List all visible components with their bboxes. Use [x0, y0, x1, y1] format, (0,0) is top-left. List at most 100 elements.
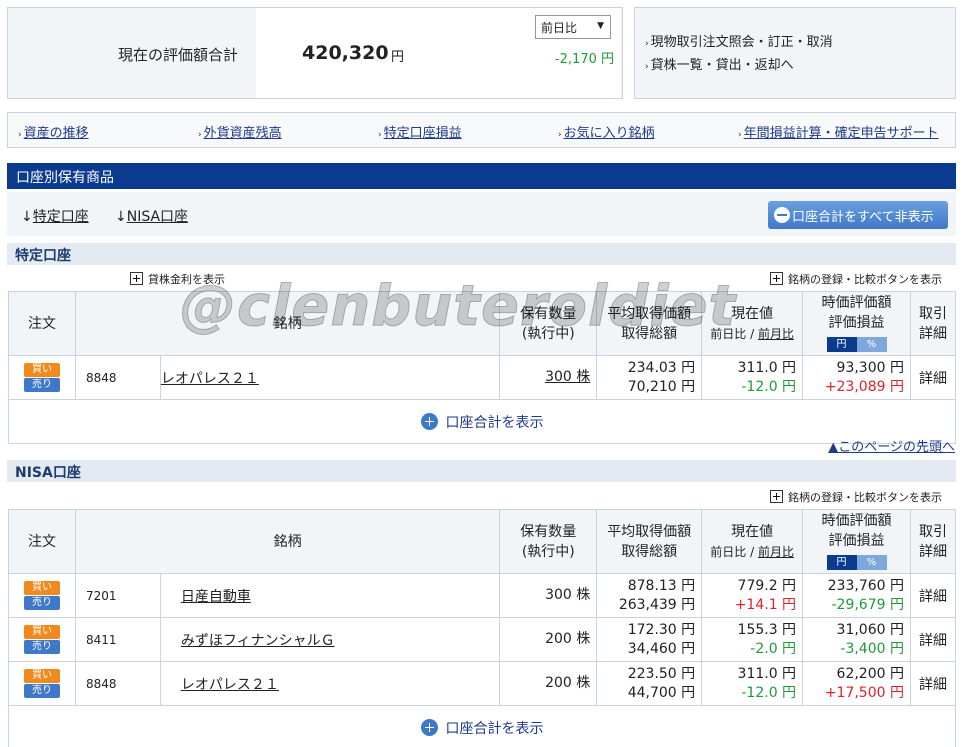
compare-select[interactable]: 前日比 ▼: [535, 15, 611, 39]
unit-toggle[interactable]: 円%: [826, 553, 887, 573]
stock-code: 8411: [74, 617, 161, 662]
holdings-header: 口座別保有商品: [7, 163, 956, 189]
qty-cell: 300 株: [499, 573, 598, 618]
order-cell: 買い 売り: [8, 573, 76, 618]
anchor-tokutei[interactable]: ↓特定口座: [21, 206, 89, 226]
avg-cell: 172.30 円 34,460 円: [596, 617, 703, 662]
col-trade: 取引 詳細: [909, 291, 957, 356]
arrow-right-icon: ›: [738, 130, 742, 140]
stock-name[interactable]: 日産自動車: [159, 573, 501, 618]
unit-toggle[interactable]: 円%: [826, 335, 887, 355]
nav-tokutei-pl[interactable]: › 特定口座損益: [378, 122, 462, 141]
arrow-right-icon: ›: [645, 39, 649, 49]
month-compare-link[interactable]: 前月比: [758, 545, 794, 559]
nisa-table: 注文 銘柄 保有数量 (執行中) 平均取得価額 取得総額 現在値 前日比 / 前月比 …: [8, 509, 957, 747]
stock-code: 8848: [74, 355, 161, 400]
plus-box-icon: [770, 490, 783, 503]
sell-button[interactable]: 売り: [23, 684, 60, 698]
stock-name[interactable]: レオパレス２１: [159, 355, 501, 400]
table-row: 買い 売り 8848 レオパレス２１ 300 株 234.03 円 70,210 円…: [8, 355, 957, 400]
show-total-row[interactable]: 口座合計を表示: [8, 399, 956, 444]
compare-select-value: 前日比: [541, 21, 578, 35]
buy-button[interactable]: 買い: [23, 669, 60, 683]
col-order: 注文: [8, 291, 76, 356]
show-compare-buttons-link-nisa[interactable]: 銘柄の登録・比較ボタンを表示: [770, 489, 942, 505]
valuation-cell: 233,760 円 -29,679 円: [802, 573, 911, 618]
col-name: 銘柄: [74, 509, 501, 574]
buy-button[interactable]: 買い: [23, 625, 60, 639]
sell-button[interactable]: 売り: [23, 596, 60, 610]
tokutei-title: 特定口座: [7, 243, 956, 265]
table-row: 買い 売り 8411 みずほフィナンシャルＧ 200 株 172.30 円 34,4…: [8, 617, 957, 662]
valuation-change: -2,170 円: [554, 52, 614, 67]
show-compare-buttons-link[interactable]: 銘柄の登録・比較ボタンを表示: [770, 271, 942, 287]
qty-cell: 200 株: [499, 661, 598, 706]
detail-link[interactable]: 詳細: [909, 573, 957, 618]
qty-cell: 200 株: [499, 617, 598, 662]
stock-name[interactable]: レオパレス２１: [159, 661, 501, 706]
yen-unit: 円: [391, 50, 405, 65]
col-valuation: 時価評価額 評価損益円%: [802, 509, 911, 574]
show-lending-rate-link[interactable]: 貸株金利を表示: [130, 271, 225, 287]
stock-name[interactable]: みずほフィナンシャルＧ: [159, 617, 501, 662]
plus-circle-icon: [420, 412, 438, 430]
col-qty: 保有数量 (執行中): [499, 291, 598, 356]
minus-circle-icon: [774, 207, 790, 223]
col-name: 銘柄: [74, 291, 501, 356]
nav-tax-support[interactable]: › 年間損益計算・確定申告サポート: [738, 122, 939, 141]
total-valuation-label: 現在の評価額合計: [118, 46, 239, 64]
col-qty: 保有数量 (執行中): [499, 509, 598, 574]
col-order: 注文: [8, 509, 76, 574]
quick-link-lending[interactable]: › 貸株一覧・貸出・返却へ: [645, 55, 955, 78]
total-valuation-value: 420,320: [302, 42, 389, 64]
col-price: 現在値 前日比 / 前月比: [701, 509, 804, 574]
nav-bar: › 資産の推移 › 外貨資産残高 › 特定口座損益 › お気に入り銘柄 › 年間損益計算・…: [7, 112, 956, 148]
hide-all-totals-button[interactable]: 口座合計をすべて非表示: [768, 201, 948, 229]
order-cell: 買い 売り: [8, 661, 76, 706]
valuation-box: 420,320 円 前日比 ▼ -2,170 円: [256, 8, 621, 98]
sell-button[interactable]: 売り: [23, 640, 60, 654]
nisa-title: NISA口座: [7, 460, 956, 482]
col-avg: 平均取得価額 取得総額: [596, 509, 703, 574]
valuation-cell: 62,200 円 +17,500 円: [802, 661, 911, 706]
nav-foreign-balance[interactable]: › 外貨資産残高: [198, 122, 282, 141]
col-avg: 平均取得価額 取得総額: [596, 291, 703, 356]
buy-button[interactable]: 買い: [23, 581, 60, 595]
detail-link[interactable]: 詳細: [909, 355, 957, 400]
arrow-right-icon: ›: [198, 130, 202, 140]
stock-code: 7201: [74, 573, 161, 618]
arrow-right-icon: ›: [378, 130, 382, 140]
plus-box-icon: [770, 272, 783, 285]
arrow-right-icon: ›: [558, 130, 562, 140]
order-cell: 買い 売り: [8, 355, 76, 400]
sell-button[interactable]: 売り: [23, 378, 60, 392]
price-cell: 155.3 円 -2.0 円: [701, 617, 804, 662]
col-trade: 取引 詳細: [909, 509, 957, 574]
price-cell: 311.0 円 -12.0 円: [701, 355, 804, 400]
valuation-summary: 現在の評価額合計 420,320 円 前日比 ▼ -2,170 円: [7, 7, 623, 99]
table-header-row: 注文 銘柄 保有数量 (執行中) 平均取得価額 取得総額 現在値 前日比 / 前月比 …: [8, 291, 957, 356]
table-row: 買い 売り 8848 レオパレス２１ 200 株 223.50 円 44,700 円…: [8, 661, 957, 706]
anchor-nisa[interactable]: ↓NISA口座: [115, 206, 188, 226]
account-anchor-bar: ↓特定口座 ↓NISA口座 口座合計をすべて非表示: [7, 192, 956, 236]
plus-circle-icon: [420, 718, 438, 736]
valuation-cell: 31,060 円 -3,400 円: [802, 617, 911, 662]
order-cell: 買い 売り: [8, 617, 76, 662]
nav-favorites[interactable]: › お気に入り銘柄: [558, 122, 655, 141]
detail-link[interactable]: 詳細: [909, 661, 957, 706]
buy-button[interactable]: 買い: [23, 363, 60, 377]
month-compare-link[interactable]: 前月比: [758, 327, 794, 341]
price-cell: 311.0 円 -12.0 円: [701, 661, 804, 706]
quick-link-orders[interactable]: › 現物取引注文照会・訂正・取消: [645, 32, 955, 55]
to-top-link[interactable]: ▲このページの先頭へ: [828, 436, 955, 455]
col-price: 現在値 前日比 / 前月比: [701, 291, 804, 356]
stock-code: 8848: [74, 661, 161, 706]
avg-cell: 878.13 円 263,439 円: [596, 573, 703, 618]
qty-cell[interactable]: 300 株: [499, 355, 598, 400]
detail-link[interactable]: 詳細: [909, 617, 957, 662]
tokutei-table: 注文 銘柄 保有数量 (執行中) 平均取得価額 取得総額 現在値 前日比 / 前月比 …: [8, 291, 957, 444]
show-total-row[interactable]: 口座合計を表示: [8, 705, 956, 747]
avg-cell: 234.03 円 70,210 円: [596, 355, 703, 400]
nav-asset-history[interactable]: › 資産の推移: [18, 122, 89, 141]
valuation-cell: 93,300 円 +23,089 円: [802, 355, 911, 400]
